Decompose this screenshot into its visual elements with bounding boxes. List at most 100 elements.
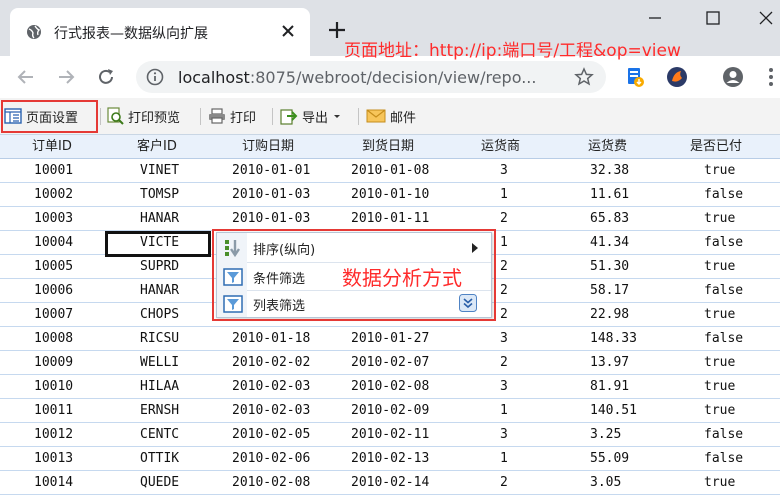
back-icon[interactable] xyxy=(15,66,37,88)
table-cell[interactable]: false xyxy=(704,423,743,447)
table-cell[interactable]: 2010-01-27 xyxy=(351,327,429,351)
table-cell[interactable]: 3 xyxy=(500,327,508,351)
table-cell[interactable]: true xyxy=(704,159,735,183)
table-cell[interactable]: 2010-01-03 xyxy=(232,183,310,207)
table-cell[interactable]: true xyxy=(704,375,735,399)
table-cell[interactable]: 2010-02-03 xyxy=(232,375,310,399)
table-cell[interactable]: false xyxy=(704,183,743,207)
print-button[interactable]: 打印 xyxy=(208,106,256,126)
column-header[interactable]: 订购日期 xyxy=(242,135,294,159)
column-header[interactable]: 到货日期 xyxy=(362,135,414,159)
table-cell[interactable]: true xyxy=(704,471,735,495)
table-cell[interactable]: 2010-01-11 xyxy=(351,207,429,231)
table-cell[interactable]: CHOPS xyxy=(140,303,179,327)
table-cell[interactable]: 140.51 xyxy=(590,399,637,423)
table-cell[interactable]: false xyxy=(704,327,743,351)
table-cell[interactable]: 2 xyxy=(500,207,508,231)
table-cell[interactable]: HILAA xyxy=(140,375,179,399)
table-cell[interactable]: 10007 xyxy=(34,303,73,327)
table-cell[interactable]: QUEDE xyxy=(140,471,179,495)
table-cell[interactable]: 13.97 xyxy=(590,351,629,375)
table-cell[interactable]: 10001 xyxy=(34,159,73,183)
table-cell[interactable]: true xyxy=(704,207,735,231)
table-cell[interactable]: 2010-01-18 xyxy=(232,327,310,351)
column-header[interactable]: 客户ID xyxy=(137,135,177,159)
table-cell[interactable]: 81.91 xyxy=(590,375,629,399)
maximize-icon[interactable] xyxy=(703,8,723,28)
table-cell[interactable]: TOMSP xyxy=(140,183,179,207)
table-cell[interactable]: true xyxy=(704,399,735,423)
table-cell[interactable]: true xyxy=(704,351,735,375)
minimize-icon[interactable] xyxy=(645,8,665,28)
close-window-icon[interactable] xyxy=(756,8,776,28)
print-preview-button[interactable]: 打印预览 xyxy=(106,106,180,126)
table-cell[interactable]: 10005 xyxy=(34,255,73,279)
column-header[interactable]: 是否已付 xyxy=(690,135,742,159)
table-cell[interactable]: 32.38 xyxy=(590,159,629,183)
menu-kebab-icon[interactable] xyxy=(760,66,780,88)
table-cell[interactable]: 10011 xyxy=(34,399,73,423)
table-cell[interactable]: 10004 xyxy=(34,231,73,255)
table-cell[interactable]: 2 xyxy=(500,303,508,327)
table-cell[interactable]: 58.17 xyxy=(590,279,629,303)
extension-download-icon[interactable] xyxy=(624,66,646,88)
table-cell[interactable]: 2010-01-10 xyxy=(351,183,429,207)
column-header[interactable]: 运货商 xyxy=(481,135,520,159)
table-cell[interactable]: 55.09 xyxy=(590,447,629,471)
table-cell[interactable]: 3.05 xyxy=(590,471,621,495)
table-cell[interactable]: 2010-02-14 xyxy=(351,471,429,495)
table-cell[interactable]: 2 xyxy=(500,471,508,495)
table-cell[interactable]: RICSU xyxy=(140,327,179,351)
extension-fox-icon[interactable] xyxy=(666,66,688,88)
reload-icon[interactable] xyxy=(95,66,117,88)
table-cell[interactable]: 22.98 xyxy=(590,303,629,327)
table-cell[interactable]: 2 xyxy=(500,351,508,375)
table-cell[interactable]: false xyxy=(704,447,743,471)
table-cell[interactable]: true xyxy=(704,303,735,327)
table-cell[interactable]: 2010-02-06 xyxy=(232,447,310,471)
table-cell[interactable]: 3 xyxy=(500,423,508,447)
table-cell[interactable]: 2010-01-01 xyxy=(232,159,310,183)
table-cell[interactable]: CENTC xyxy=(140,423,179,447)
table-cell[interactable]: 1 xyxy=(500,399,508,423)
table-cell[interactable]: 2010-02-13 xyxy=(351,447,429,471)
table-cell[interactable]: 2010-01-08 xyxy=(351,159,429,183)
column-header[interactable]: 运货费 xyxy=(588,135,627,159)
forward-icon[interactable] xyxy=(55,66,77,88)
table-cell[interactable]: SUPRD xyxy=(140,255,179,279)
table-cell[interactable]: 41.34 xyxy=(590,231,629,255)
table-cell[interactable]: 1 xyxy=(500,231,508,255)
close-tab-icon[interactable] xyxy=(280,23,296,39)
table-cell[interactable]: 10010 xyxy=(34,375,73,399)
table-cell[interactable]: 10013 xyxy=(34,447,73,471)
table-cell[interactable]: 10006 xyxy=(34,279,73,303)
table-cell[interactable]: OTTIK xyxy=(140,447,179,471)
table-cell[interactable]: 10003 xyxy=(34,207,73,231)
table-cell[interactable]: false xyxy=(704,231,743,255)
table-cell[interactable]: 148.33 xyxy=(590,327,637,351)
table-cell[interactable]: 2010-02-11 xyxy=(351,423,429,447)
address-bar[interactable]: localhost:8075/webroot/decision/view/rep… xyxy=(136,61,606,93)
table-cell[interactable]: VINET xyxy=(140,159,179,183)
table-cell[interactable]: 2 xyxy=(500,255,508,279)
table-cell[interactable]: HANAR xyxy=(140,207,179,231)
export-button[interactable]: 导出 xyxy=(280,106,346,126)
table-cell[interactable]: 3 xyxy=(500,375,508,399)
profile-avatar-icon[interactable] xyxy=(722,66,744,88)
browser-tab[interactable]: 行式报表—数据纵向扩展 xyxy=(10,8,310,56)
column-header[interactable]: 订单ID xyxy=(32,135,72,159)
table-cell[interactable]: 2 xyxy=(500,279,508,303)
table-cell[interactable]: 3.25 xyxy=(590,423,621,447)
table-cell[interactable]: 2010-02-09 xyxy=(351,399,429,423)
table-cell[interactable]: HANAR xyxy=(140,279,179,303)
table-cell[interactable]: 2010-02-02 xyxy=(232,351,310,375)
table-cell[interactable]: 2010-02-03 xyxy=(232,399,310,423)
table-cell[interactable]: 10008 xyxy=(34,327,73,351)
table-cell[interactable]: ERNSH xyxy=(140,399,179,423)
site-info-icon[interactable] xyxy=(146,68,164,86)
mail-button[interactable]: 邮件 xyxy=(366,106,416,126)
bookmark-star-icon[interactable] xyxy=(574,67,594,87)
table-cell[interactable]: 1 xyxy=(500,447,508,471)
table-cell[interactable]: 10014 xyxy=(34,471,73,495)
table-cell[interactable]: 1 xyxy=(500,183,508,207)
